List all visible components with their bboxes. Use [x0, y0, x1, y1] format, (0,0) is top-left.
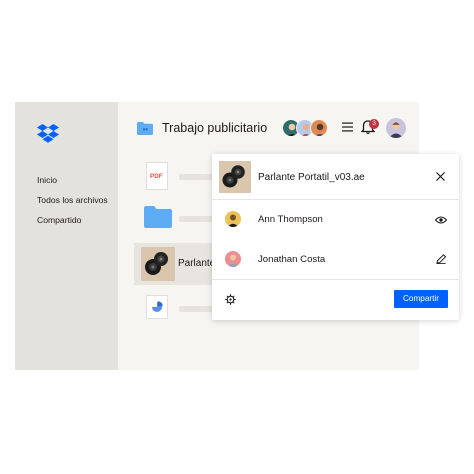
pencil-icon[interactable]	[435, 254, 447, 264]
share-dialog: Parlante Portatil_v03.ae Ann Thompson Jo…	[212, 154, 459, 320]
pdf-file-icon: PDF	[146, 162, 168, 190]
shared-file-name: Parlante Portatil_v03.ae	[258, 172, 365, 183]
user-avatar[interactable]	[386, 118, 406, 138]
avatar	[225, 251, 241, 267]
notification-badge: 3	[369, 119, 379, 129]
divider	[212, 279, 459, 280]
person-name: Ann Thompson	[258, 214, 323, 225]
folder-icon	[144, 206, 172, 228]
page-title: Trabajo publicitario	[162, 121, 268, 135]
gear-icon[interactable]	[225, 294, 236, 305]
sidebar-item-compartido[interactable]: Compartido	[37, 215, 81, 225]
person-name: Jonathan Costa	[258, 254, 326, 265]
sidebar-item-inicio[interactable]: Inicio	[37, 175, 57, 185]
share-button[interactable]: Compartir	[394, 290, 448, 308]
dropbox-logo-icon[interactable]	[37, 124, 59, 144]
menu-icon[interactable]	[342, 122, 353, 132]
divider	[212, 199, 459, 200]
sidebar-item-todos-los-archivos[interactable]: Todos los archivos	[37, 195, 108, 205]
avatar	[225, 211, 241, 227]
document-file-icon	[146, 295, 168, 319]
sidebar: Inicio Todos los archivos Compartido	[15, 102, 118, 370]
close-icon[interactable]	[436, 172, 445, 181]
speaker-thumbnail	[219, 161, 251, 193]
avatar[interactable]	[310, 119, 328, 137]
speaker-thumbnail	[141, 247, 175, 281]
eye-icon[interactable]	[435, 215, 447, 225]
file-name[interactable]: Parlante	[178, 258, 215, 269]
shared-folder-icon	[137, 122, 153, 135]
